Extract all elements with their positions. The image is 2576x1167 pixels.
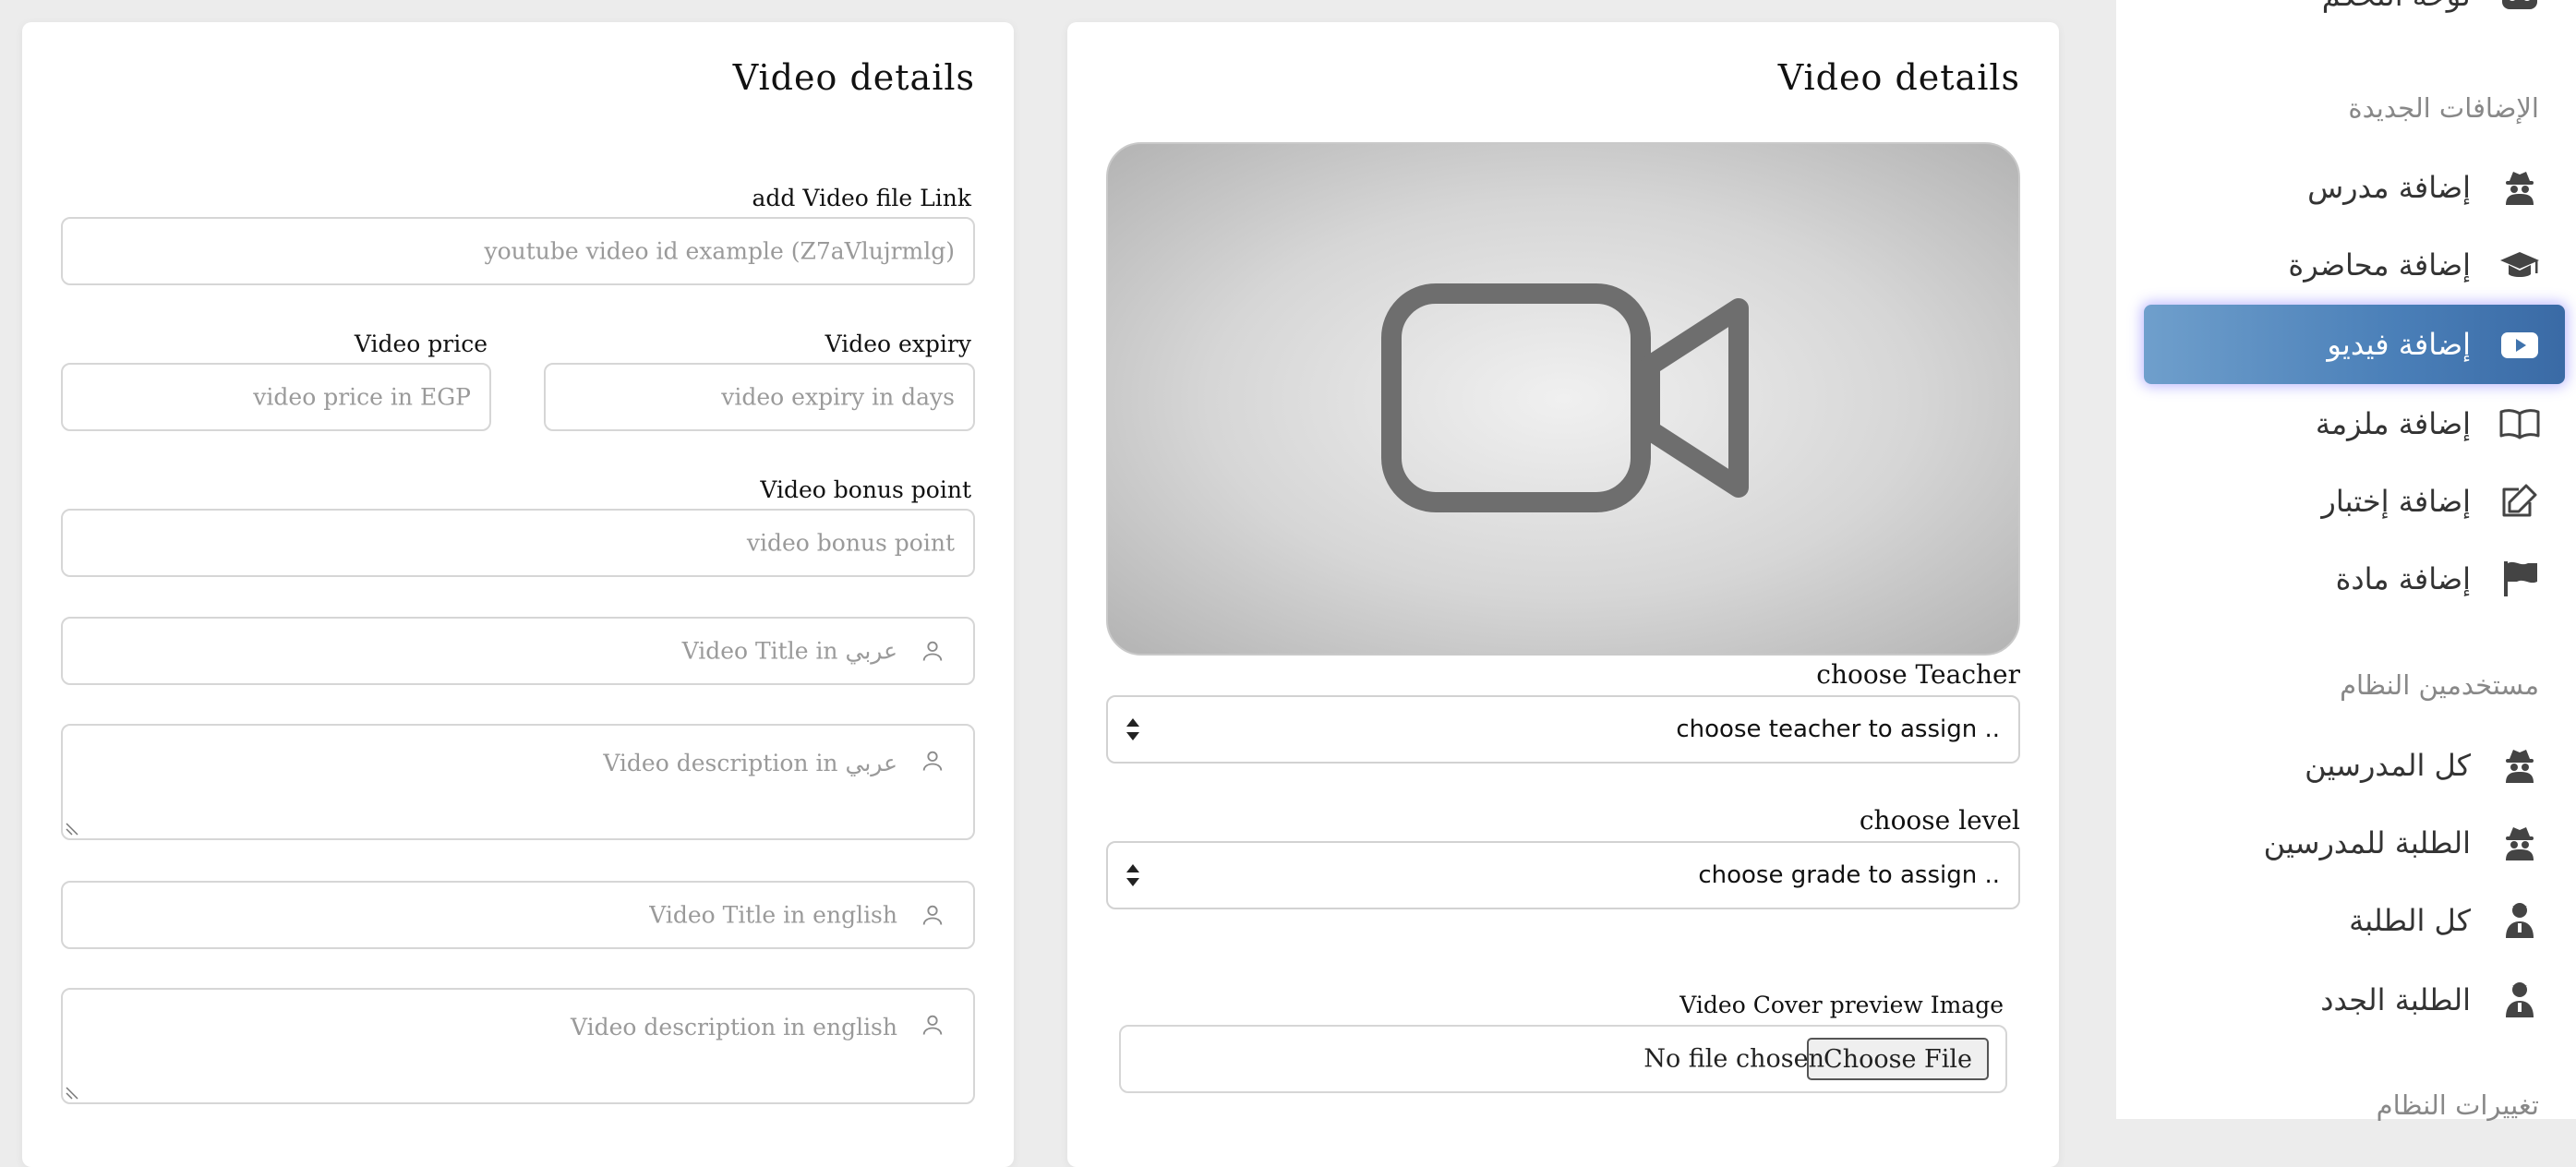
video-price-input[interactable]: video price in EGP [61, 363, 491, 431]
user-icon [922, 1015, 943, 1035]
sidebar-item-label: كل الطلبة [2349, 903, 2471, 938]
sidebar-item-label: كل المدرسين [2305, 748, 2471, 783]
sidebar-item-add-teacher[interactable]: إضافة مدرس [2144, 148, 2565, 227]
sidebar-item-label: لوحة التحكم [2322, 0, 2471, 13]
choose-teacher-value: choose teacher to assign .. [1676, 716, 2000, 743]
spy-icon [2506, 172, 2534, 205]
video-description-arabic-textarea[interactable]: Video description in عربي [61, 724, 975, 840]
select-arrows-icon [1126, 864, 1139, 886]
sidebar-item-label: إضافة إختبار [2321, 484, 2471, 519]
edit-icon [2502, 484, 2537, 517]
sidebar-item-add-subject[interactable]: إضافة مادة [2144, 539, 2565, 619]
resize-handle-icon[interactable] [63, 1084, 81, 1102]
video-link-label: add Video file Link [752, 185, 971, 211]
video-link-placeholder: youtube video id example (Z7aVlujrmlg) [484, 237, 955, 265]
video-cover-file-input[interactable]: Choose File No file chosen [1119, 1025, 2007, 1093]
dashboard-icon [2502, 0, 2537, 9]
video-link-input[interactable]: youtube video id example (Z7aVlujrmlg) [61, 217, 975, 285]
video-expiry-label: Video expiry [825, 331, 971, 357]
card-title: Video details [732, 57, 975, 98]
choose-teacher-select[interactable]: choose teacher to assign .. [1106, 695, 2020, 764]
section-heading-system-users: مستخدمين النظام [2340, 669, 2539, 701]
video-bonus-input[interactable]: video bonus point [61, 509, 975, 577]
video-title-english-input[interactable]: Video Title in english [61, 881, 975, 949]
spy-icon [2506, 827, 2534, 860]
video-price-placeholder: video price in EGP [253, 383, 471, 411]
sidebar-item-all-teachers[interactable]: كل المدرسين [2144, 726, 2565, 805]
video-description-english-placeholder: Video description in english [571, 1014, 897, 1041]
video-cover-label: Video Cover preview Image [1679, 992, 2004, 1018]
user-icon [922, 905, 943, 925]
video-bonus-label: Video bonus point [760, 476, 971, 503]
sidebar-item-dashboard[interactable]: لوحة التحكم [2144, 0, 2565, 35]
sidebar-item-all-students[interactable]: كل الطلبة [2144, 881, 2565, 960]
youtube-icon [2501, 332, 2538, 358]
sidebar-item-add-lecture[interactable]: إضافة محاضرة [2144, 225, 2565, 305]
sidebar-item-new-students[interactable]: الطلبة الجدد [2144, 960, 2565, 1040]
choose-teacher-label: choose Teacher [1816, 659, 2020, 690]
sidebar-item-label: الطلبة للمدرسين [2263, 825, 2471, 860]
video-description-english-textarea[interactable]: Video description in english [61, 988, 975, 1104]
sidebar-item-add-booklet[interactable]: إضافة ملزمة [2144, 384, 2565, 463]
choose-level-value: choose grade to assign .. [1698, 861, 2000, 889]
sidebar-item-label: إضافة فيديو [2327, 327, 2471, 362]
sidebar-item-add-exam[interactable]: إضافة إختبار [2144, 462, 2565, 541]
choose-level-select[interactable]: choose grade to assign .. [1106, 841, 2020, 909]
video-expiry-input[interactable]: video expiry in days [544, 363, 975, 431]
no-file-chosen-text: No file chosen [1643, 1044, 1824, 1074]
book-open-icon [2499, 409, 2540, 439]
student-icon [2506, 982, 2534, 1017]
video-camera-icon [1381, 283, 1749, 512]
video-title-arabic-input[interactable]: Video Title in عربي [61, 617, 975, 685]
sidebar-item-add-video[interactable]: إضافة فيديو [2144, 305, 2565, 384]
sidebar: لوحة التحكم الإضافات الجديدة إضافة مدرس … [2116, 0, 2576, 1121]
video-preview-placeholder [1106, 142, 2020, 656]
sidebar-item-label: إضافة محاضرة [2288, 247, 2471, 283]
video-title-arabic-placeholder: Video Title in عربي [681, 637, 897, 665]
video-title-english-placeholder: Video Title in english [649, 901, 897, 929]
section-heading-system-changes: تغييرات النظام [2376, 1089, 2539, 1121]
video-bonus-placeholder: video bonus point [746, 529, 955, 557]
resize-handle-icon[interactable] [63, 820, 81, 838]
video-price-label: Video price [354, 331, 488, 357]
card-title: Video details [1777, 57, 2020, 98]
sidebar-item-label: إضافة ملزمة [2315, 406, 2471, 441]
video-details-form-card: Video details add Video file Link youtub… [22, 22, 1014, 1167]
choose-file-button[interactable]: Choose File [1807, 1038, 1989, 1080]
video-expiry-placeholder: video expiry in days [721, 383, 955, 411]
sidebar-item-teachers-students[interactable]: الطلبة للمدرسين [2144, 803, 2565, 883]
sidebar-item-label: إضافة مدرس [2307, 170, 2471, 205]
choose-level-label: choose level [1859, 805, 2020, 836]
video-preview-card: Video details choose Teacher choose teac… [1067, 22, 2059, 1167]
graduation-cap-icon [2500, 252, 2539, 277]
student-icon [2506, 903, 2534, 938]
user-icon [922, 641, 943, 661]
section-heading-new-additions: الإضافات الجديدة [2348, 92, 2539, 124]
select-arrows-icon [1126, 718, 1139, 740]
user-icon [922, 751, 943, 771]
sidebar-item-label: الطلبة الجدد [2320, 982, 2471, 1017]
flag-icon [2504, 561, 2537, 596]
video-description-arabic-placeholder: Video description in عربي [603, 750, 897, 776]
spy-icon [2506, 750, 2534, 783]
sidebar-item-label: إضافة مادة [2335, 561, 2471, 596]
